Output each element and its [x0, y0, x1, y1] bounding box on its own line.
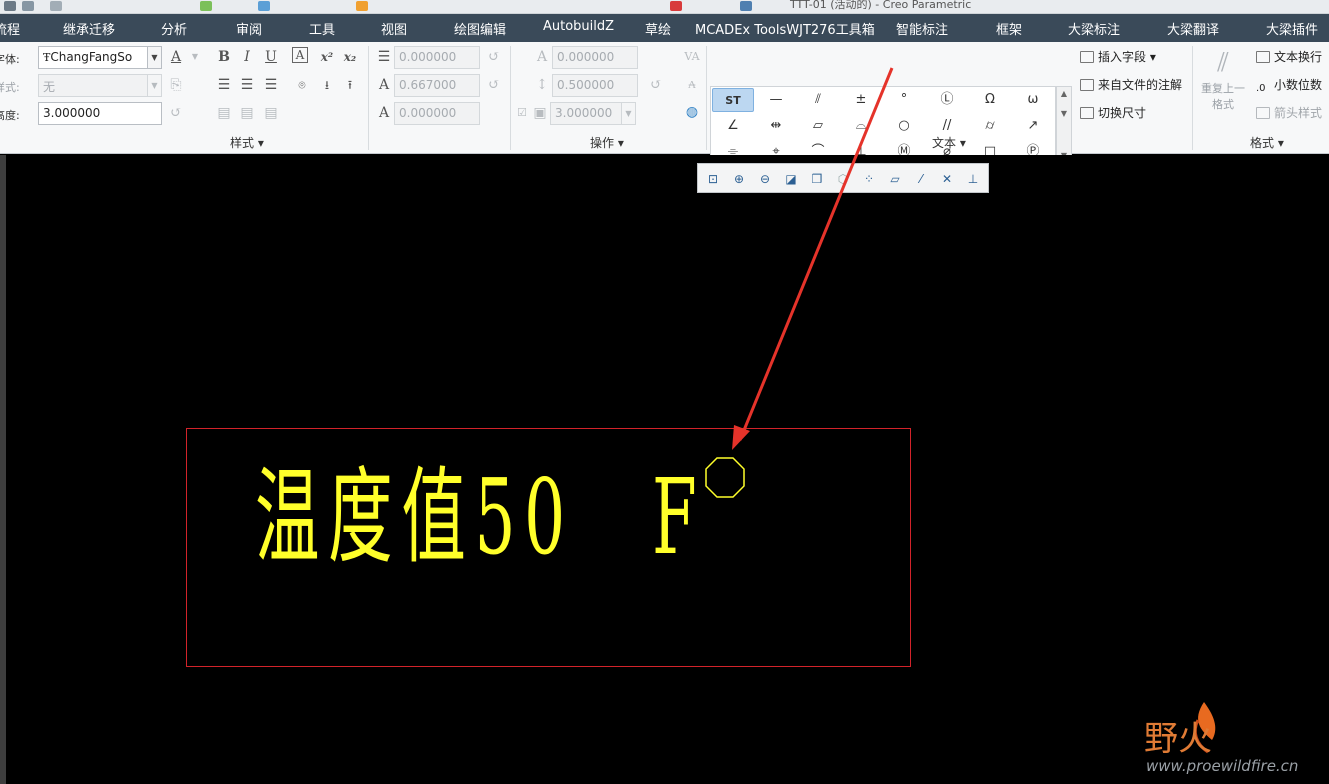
watermark-logo: 野火 [1144, 702, 1216, 759]
pointer-arrow [705, 67, 894, 498]
watermark-url: www.proewildfire.cn [1146, 757, 1299, 775]
svg-text:野火: 野火 [1144, 719, 1212, 759]
arrow-line [738, 67, 894, 441]
arrow-head [732, 425, 750, 450]
watermark: 野火 www.proewildfire.cn [1142, 700, 1298, 775]
degree-octagon [705, 457, 745, 498]
